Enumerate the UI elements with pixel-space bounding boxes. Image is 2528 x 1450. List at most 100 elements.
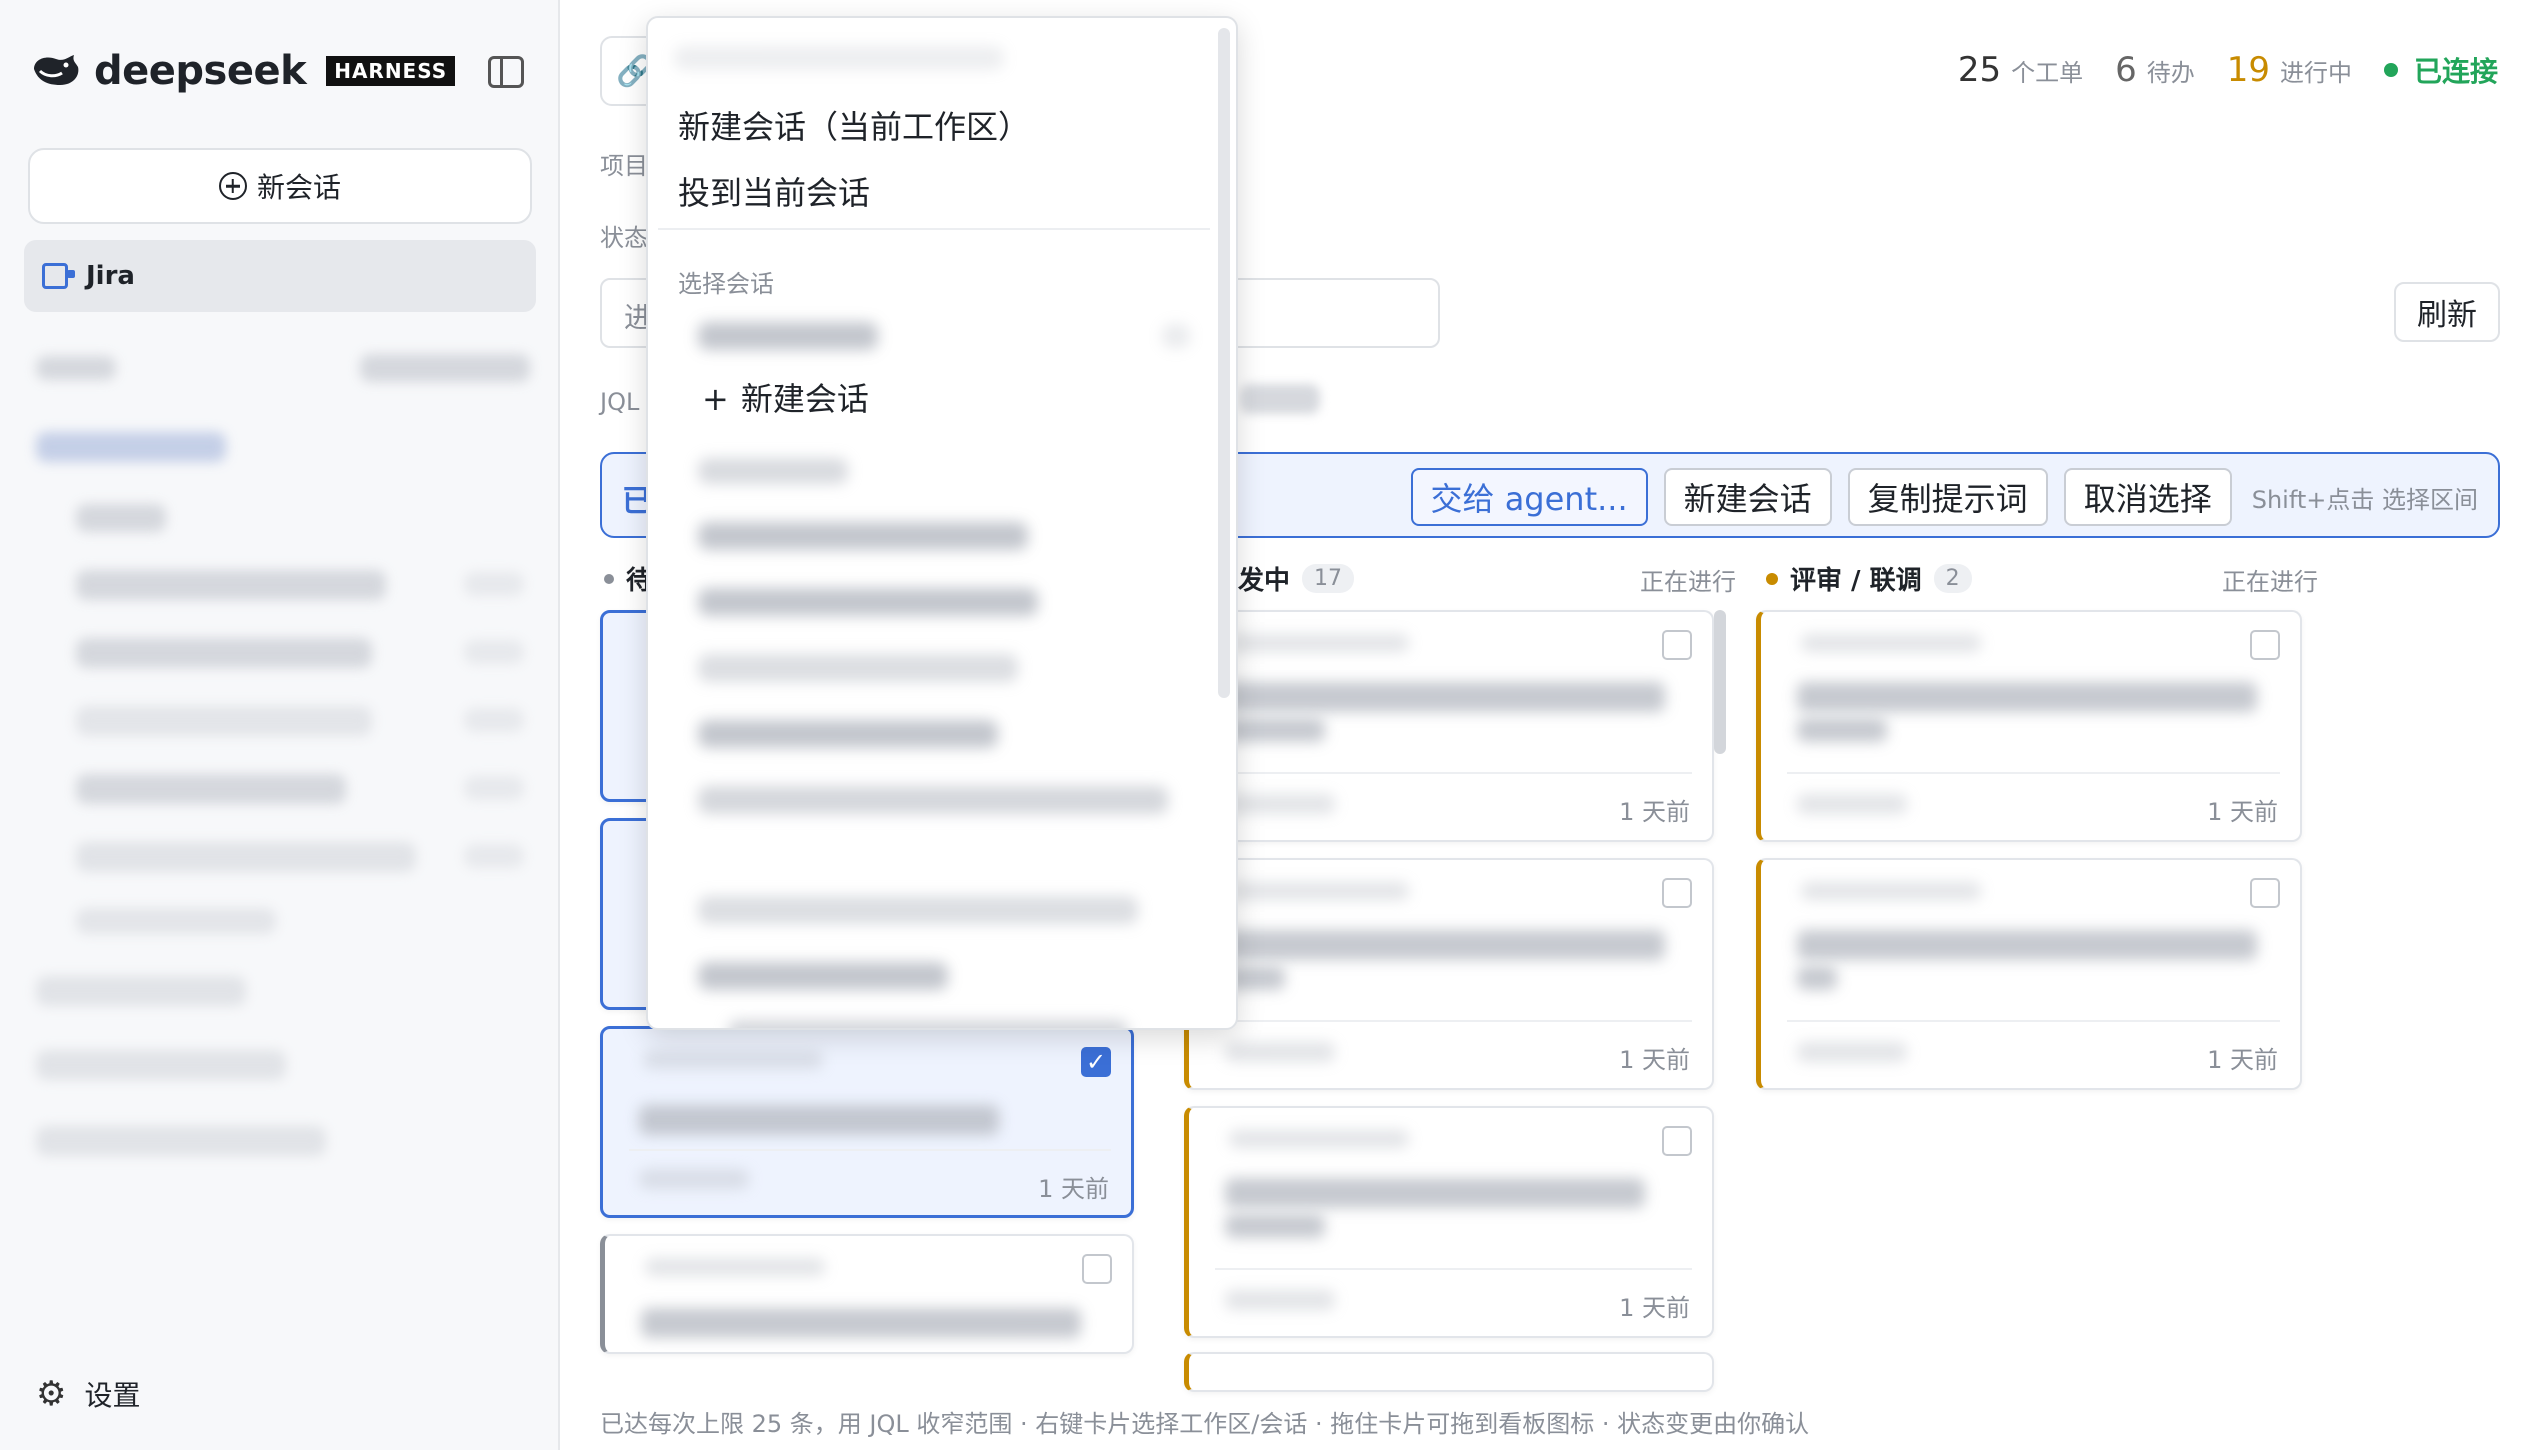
sidebar-toggle-icon[interactable] [488, 56, 524, 88]
menu-session-blurred[interactable] [698, 588, 1038, 616]
blurred-session[interactable] [76, 774, 346, 804]
card-time: 1 天前 [2207, 1046, 2278, 1074]
column-header-todo: 待 [604, 560, 652, 597]
menu-session-blurred[interactable] [698, 786, 1168, 814]
menu-workspace-blurred[interactable] [698, 322, 878, 350]
copy-prompt-button[interactable]: 复制提示词 [1847, 468, 2048, 526]
column-count: 2 [1933, 564, 1972, 593]
card-key [1229, 634, 1409, 652]
column-header-dev: 发中 17 [1238, 560, 1355, 597]
blurred-session[interactable] [76, 842, 416, 872]
refresh-button[interactable]: 刷新 [2394, 282, 2500, 342]
ticket-card[interactable]: 1 天前 [1184, 858, 1714, 1090]
menu-divider [658, 228, 1210, 230]
card-time: 1 天前 [1619, 1046, 1690, 1074]
sidebar-item-jira[interactable]: Jira [24, 240, 536, 312]
todo-unit: 待办 [2146, 59, 2195, 87]
blurred-toolbar [360, 354, 530, 382]
card-time: 1 天前 [1038, 1175, 1109, 1203]
card-divider [629, 1149, 1111, 1151]
ticket-card[interactable]: ✓ 1 天前 [600, 1026, 1134, 1218]
menu-session-blurred[interactable] [728, 1020, 1128, 1028]
hand-to-agent-button[interactable]: 交给 agent... [1410, 468, 1648, 526]
blurred-session-time [464, 776, 524, 800]
settings-button[interactable]: ⚙ 设置 [36, 1374, 141, 1414]
jql-input[interactable] [1240, 384, 1320, 414]
card-checkbox[interactable]: ✓ [1081, 1047, 1111, 1077]
menu-scrollbar[interactable] [1218, 28, 1230, 698]
blurred-workspace[interactable] [36, 1050, 286, 1080]
footer-note: 已达每次上限 25 条，用 JQL 收窄范围 · 右键卡片选择工作区/会话 · … [600, 1410, 1810, 1438]
card-checkbox[interactable] [1662, 878, 1692, 908]
ticket-card[interactable] [600, 1234, 1134, 1354]
new-chat-button[interactable]: 新建会话 [1663, 468, 1832, 526]
menu-item-new-chat-workspace[interactable]: 新建会话（当前工作区） [678, 102, 1030, 148]
column-header-review: 评审 / 联调 2 [1766, 560, 1972, 597]
settings-label: 设置 [84, 1379, 141, 1412]
ticket-card[interactable]: 1 天前 [1184, 610, 1714, 842]
status-dot-icon [604, 573, 614, 584]
ticket-card[interactable]: 1 天前 [1756, 858, 2302, 1090]
blurred-session[interactable] [76, 570, 386, 600]
blurred-session[interactable] [76, 706, 372, 736]
plus-icon: + [702, 380, 729, 418]
cancel-selection-button[interactable]: 取消选择 [2063, 468, 2232, 526]
selection-actions: 交给 agent... 新建会话 复制提示词 取消选择 Shift+点击 选择区… [1410, 468, 2478, 526]
menu-header-blurred [674, 46, 1004, 70]
connection-status: 已连接 [2413, 55, 2498, 88]
card-title [1225, 718, 1325, 742]
ticket-card[interactable]: 1 天前 [1184, 1106, 1714, 1338]
menu-item-send-to-current[interactable]: 投到当前会话 [678, 168, 870, 214]
blurred-workspace[interactable] [36, 1126, 326, 1156]
menu-workspace-chevron[interactable] [1162, 324, 1190, 348]
menu-session-blurred[interactable] [698, 896, 1138, 924]
menu-section-label: 选择会话 [678, 270, 774, 298]
sidebar-item-label: Jira [86, 261, 135, 291]
card-title [1797, 682, 2257, 712]
card-time: 1 天前 [1619, 1294, 1690, 1322]
new-chat-label: 新会话 [256, 171, 341, 204]
card-checkbox[interactable] [2250, 630, 2280, 660]
card-time: 1 天前 [2207, 798, 2278, 826]
blurred-workspace[interactable] [36, 976, 246, 1006]
column-title: 发中 [1238, 566, 1291, 596]
progress-unit: 进行中 [2279, 59, 2352, 87]
menu-session-blurred[interactable] [698, 654, 1018, 682]
card-title [1797, 930, 2257, 960]
card-divider [1787, 772, 2280, 774]
blurred-workspace[interactable] [36, 432, 226, 462]
board-icon [42, 263, 75, 289]
card-assignee [1225, 1290, 1335, 1310]
ticket-card[interactable]: 1 天前 [1756, 610, 2302, 842]
menu-session-blurred[interactable] [698, 962, 948, 990]
card-checkbox[interactable] [1662, 630, 1692, 660]
card-checkbox[interactable] [1082, 1254, 1112, 1284]
card-divider [1215, 1268, 1692, 1270]
total-count: 25 [1957, 50, 2002, 90]
column-scrollbar[interactable] [1714, 610, 1726, 754]
blurred-session[interactable] [76, 638, 372, 668]
logo-badge: HARNESS [326, 56, 456, 86]
card-divider [1215, 772, 1692, 774]
blurred-session[interactable] [76, 504, 166, 532]
blurred-more-link[interactable] [76, 908, 276, 934]
menu-item-new-chat[interactable]: + 新建会话 [702, 374, 869, 420]
card-checkbox[interactable] [1662, 1126, 1692, 1156]
card-assignee [1797, 794, 1907, 814]
project-label: 项目 [600, 152, 648, 180]
card-checkbox[interactable] [2250, 878, 2280, 908]
card-key [1801, 634, 1981, 652]
card-divider [1215, 1020, 1692, 1022]
menu-session-blurred[interactable] [698, 522, 1028, 550]
context-menu: 新建会话（当前工作区） 投到当前会话 选择会话 + 新建会话 [646, 16, 1238, 1030]
menu-session-blurred[interactable] [698, 720, 998, 748]
menu-workspace-blurred[interactable] [698, 458, 848, 484]
ticket-card[interactable] [1184, 1352, 1714, 1392]
card-title [1797, 966, 1837, 990]
todo-count: 6 [2115, 50, 2137, 90]
card-title [1225, 1214, 1325, 1238]
column-title: 评审 / 联调 [1790, 566, 1922, 596]
card-key [643, 1051, 823, 1069]
new-chat-button[interactable]: 新会话 [28, 148, 532, 224]
blurred-session-time [464, 572, 524, 596]
